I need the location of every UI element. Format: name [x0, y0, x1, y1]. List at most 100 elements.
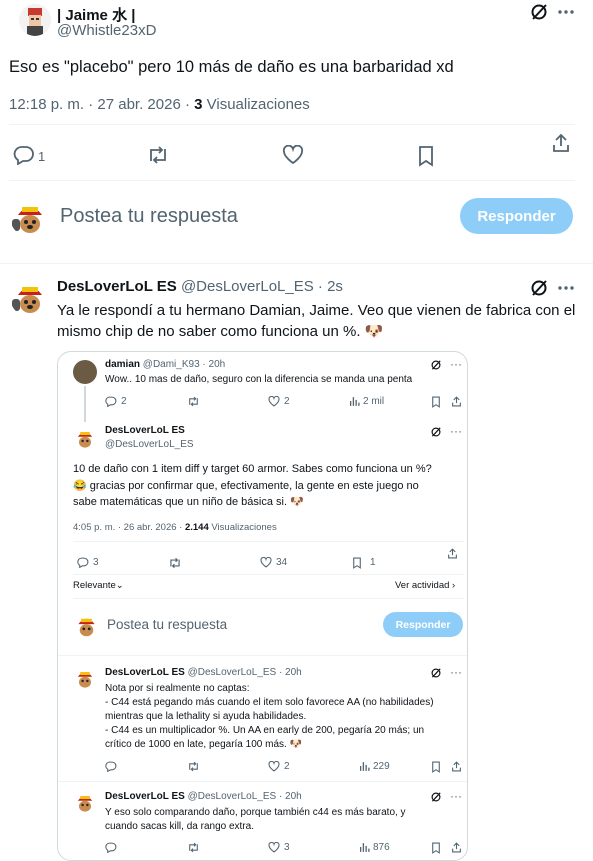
reply-author-line: DesLoverLoL ES @DesLoverLoL_ES · 2s: [57, 278, 343, 295]
grok-icon[interactable]: [529, 278, 549, 298]
embed-reply-button: Responder: [383, 612, 463, 637]
activity-label: Ver actividad: [395, 580, 450, 591]
embed-reply1-line-3: mientras que la lethality si ayuda habil…: [105, 711, 307, 722]
divider: [9, 124, 575, 125]
damian-name: damian: [105, 359, 141, 370]
views-count: 3: [194, 96, 203, 113]
embed-reply2-handle: @DesLoverLoL_ES · 20h: [187, 791, 302, 802]
grok-icon: [430, 791, 442, 803]
embed-author-handle: @DesLoverLoL_ES: [105, 439, 194, 450]
embed-reply2-actions: 3 876: [105, 842, 465, 856]
embed-reply1-line-5: crítico de 1000 en late, pegaría 100 más…: [105, 739, 303, 750]
share-icon[interactable]: [551, 133, 571, 153]
views-label: Visualizaciones: [206, 96, 310, 113]
repost-icon: [189, 842, 198, 853]
embed-reply2-line-1: Y eso solo comparando daño, porque tambi…: [105, 807, 406, 818]
post-meta: 12:18 p. m. · 27 abr. 2026 · 3 Visualiza…: [9, 96, 310, 113]
embed-reply2-name: DesLoverLoL ES: [105, 791, 185, 802]
share-icon: [448, 548, 457, 559]
reply-icon[interactable]: [13, 145, 35, 165]
grok-icon[interactable]: [529, 2, 549, 22]
like-icon: [268, 842, 280, 853]
damian-handle: @Dami_K93 · 20h: [142, 359, 226, 370]
embed-reply2-avatar: [73, 790, 97, 814]
divider: [58, 781, 467, 782]
divider: [73, 598, 464, 599]
sort-label: Relevante: [73, 580, 116, 591]
divider: [73, 541, 464, 542]
embed-reply1-avatar: [73, 666, 97, 690]
attached-image[interactable]: damian @Dami_K93 · 20h ··· Wow.. 10 mas …: [57, 351, 468, 861]
embed-reply2-views: 876: [373, 842, 390, 853]
more-options-icon: ···: [450, 357, 462, 371]
post-time[interactable]: 12:18 p. m. · 27 abr. 2026 ·: [9, 96, 190, 113]
like-icon: [268, 396, 280, 407]
grok-icon: [430, 359, 442, 371]
share-icon: [452, 396, 461, 407]
divider: [73, 574, 464, 575]
embed-author-name: DesLoverLoL ES: [105, 425, 185, 436]
embed-likes: 34: [276, 557, 288, 568]
thread-line: [84, 386, 86, 422]
like-icon[interactable]: [282, 145, 304, 165]
reply-display-name[interactable]: DesLoverLoL ES: [57, 278, 177, 295]
repost-icon: [189, 396, 198, 407]
embed-reply2-line-2: cuando sacas kill, da rango extra.: [105, 821, 254, 832]
embed-author-avatar: [73, 426, 97, 450]
repost-icon: [189, 761, 198, 772]
chevron-down-icon: ⌄: [115, 580, 124, 591]
post-text: Eso es "placebo" pero 10 más de daño es …: [9, 58, 454, 76]
view-activity-link: Ver actividad ›: [395, 580, 455, 591]
bookmark-icon: [432, 761, 440, 773]
reply-input[interactable]: Postea tu respuesta: [60, 205, 238, 228]
embed-reply2-author-line: DesLoverLoL ES @DesLoverLoL_ES · 20h: [105, 791, 302, 802]
grok-icon: [430, 667, 442, 679]
repost-icon[interactable]: [146, 145, 170, 165]
embed-views-label: Visualizaciones: [211, 522, 277, 533]
more-options-icon[interactable]: [557, 280, 575, 296]
share-icon: [452, 842, 461, 853]
embed-meta: 4:05 p. m. · 26 abr. 2026 · 2.144 Visual…: [73, 522, 277, 533]
embed-reply1-line-4: - C44 es un multiplicador %. Un AA en ea…: [105, 725, 425, 736]
divider: [0, 263, 593, 264]
bookmark-icon[interactable]: [417, 145, 435, 167]
reply-avatar[interactable]: [10, 277, 50, 317]
reply-icon: [105, 396, 117, 407]
author-handle[interactable]: @Whistle23xD: [57, 22, 156, 39]
bookmark-icon: [353, 557, 361, 569]
damian-replies: 2: [121, 396, 127, 407]
more-options-icon: ···: [450, 424, 462, 438]
views-icon: [359, 843, 370, 852]
divider: [9, 180, 575, 181]
more-options-icon: ···: [450, 665, 462, 679]
damian-avatar: [73, 360, 97, 384]
reply-handle[interactable]: @DesLoverLoL_ES · 2s: [181, 278, 343, 295]
damian-likes: 2: [284, 396, 290, 407]
reply-button[interactable]: Responder: [460, 198, 573, 234]
my-avatar: [10, 197, 50, 237]
embed-my-avatar: [73, 612, 100, 639]
damian-actions: 2 2 2 mil: [105, 396, 465, 410]
embed-composer-input: Postea tu respuesta: [107, 617, 228, 632]
embed-replies: 3: [93, 557, 99, 568]
reply-icon: [105, 842, 117, 853]
embed-reply1-author-line: DesLoverLoL ES @DesLoverLoL_ES · 20h: [105, 667, 302, 678]
reply-icon: [77, 557, 89, 568]
like-icon: [260, 557, 272, 568]
divider: [58, 655, 467, 656]
embed-text-line-2: 😂 gracias por confirmar que, efectivamen…: [73, 480, 419, 492]
more-options-icon: ···: [450, 789, 462, 803]
author-avatar[interactable]: [19, 4, 51, 36]
embed-reply1-line-2: - C44 está pegando más cuando el item so…: [105, 697, 434, 708]
embed-reply1-line-1: Nota por si realmente no captas:: [105, 683, 250, 694]
grok-icon: [430, 426, 442, 438]
bookmark-icon: [432, 842, 440, 854]
embed-reply1-handle: @DesLoverLoL_ES · 20h: [187, 667, 302, 678]
embed-actions: 3 34 1: [77, 557, 462, 571]
repost-icon: [170, 557, 180, 569]
sort-dropdown: Relevante⌄: [73, 580, 124, 591]
like-icon: [268, 761, 280, 772]
damian-text: Wow.. 10 mas de daño, seguro con la dife…: [105, 374, 413, 385]
embed-reply2-likes: 3: [284, 842, 290, 853]
more-options-icon[interactable]: [557, 4, 575, 20]
